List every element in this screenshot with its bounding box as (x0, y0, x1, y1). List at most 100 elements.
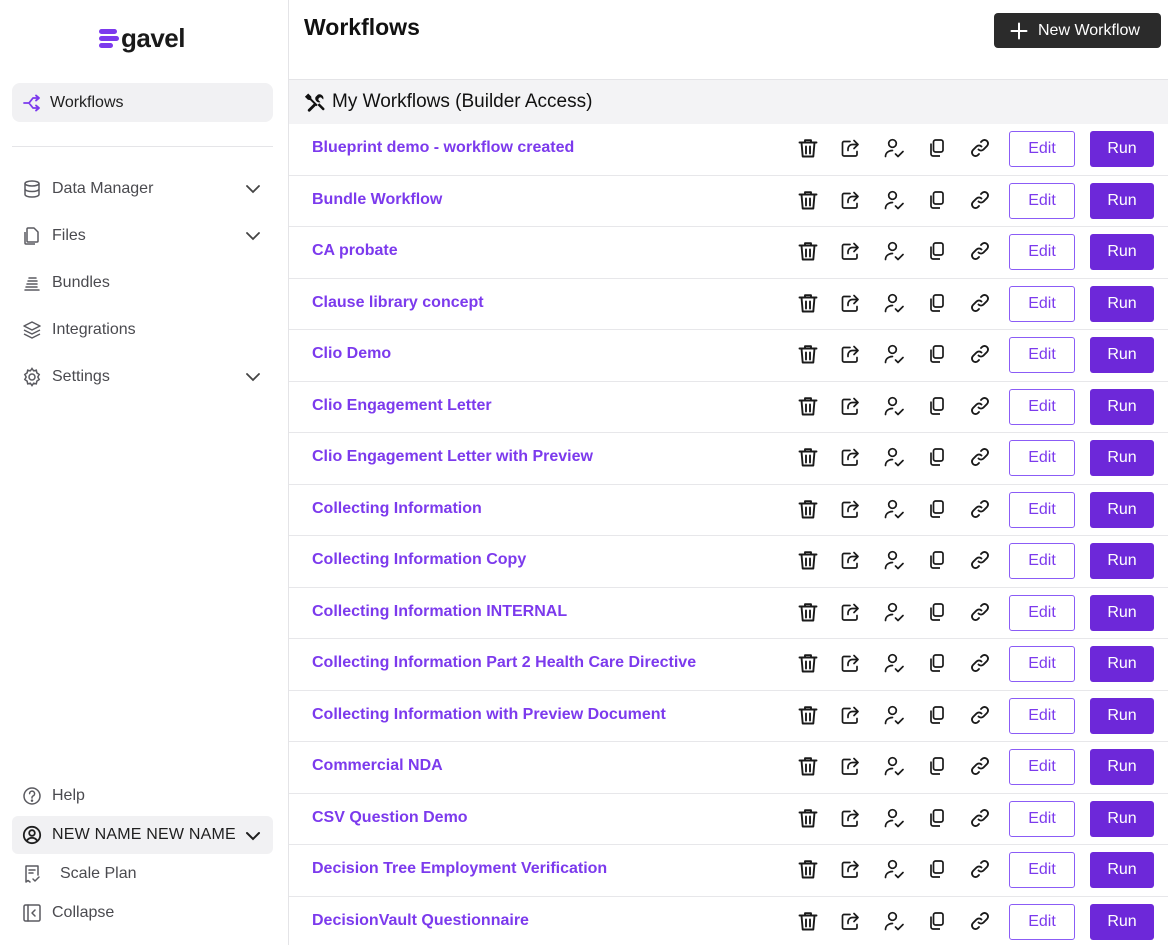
run-button[interactable]: Run (1090, 131, 1154, 167)
link-icon[interactable] (969, 858, 991, 880)
copy-icon[interactable] (926, 498, 948, 520)
trash-icon[interactable] (797, 755, 819, 777)
assign-user-icon[interactable] (883, 240, 905, 262)
trash-icon[interactable] (797, 343, 819, 365)
edit-button[interactable]: Edit (1009, 182, 1075, 219)
share-icon[interactable] (839, 498, 861, 520)
run-button[interactable]: Run (1090, 182, 1154, 219)
run-button[interactable]: Run (1090, 852, 1154, 888)
edit-button[interactable]: Edit (1009, 337, 1075, 373)
workflow-name-link[interactable]: Clio Demo (312, 345, 391, 363)
assign-user-icon[interactable] (883, 807, 905, 829)
copy-icon[interactable] (926, 446, 948, 468)
workflow-name-link[interactable]: Collecting Information Copy (312, 551, 526, 569)
trash-icon[interactable] (797, 807, 819, 829)
sidebar-item-workflows[interactable]: Workflows (12, 83, 273, 122)
share-icon[interactable] (839, 704, 861, 726)
copy-icon[interactable] (926, 292, 948, 314)
workflow-name-link[interactable]: Collecting Information INTERNAL (312, 603, 567, 621)
run-button[interactable]: Run (1090, 800, 1154, 837)
link-icon[interactable] (969, 240, 991, 262)
copy-icon[interactable] (926, 240, 948, 262)
share-icon[interactable] (839, 395, 861, 417)
share-icon[interactable] (839, 652, 861, 674)
edit-button[interactable]: Edit (1009, 903, 1075, 940)
assign-user-icon[interactable] (883, 395, 905, 417)
trash-icon[interactable] (797, 498, 819, 520)
trash-icon[interactable] (797, 189, 819, 211)
new-workflow-button[interactable]: New Workflow (994, 13, 1161, 48)
workflow-name-link[interactable]: Clio Engagement Letter with Preview (312, 448, 593, 466)
link-icon[interactable] (969, 189, 991, 211)
link-icon[interactable] (969, 446, 991, 468)
logo[interactable]: gavel (99, 22, 186, 54)
edit-button[interactable]: Edit (1009, 800, 1075, 837)
run-button[interactable]: Run (1090, 543, 1154, 579)
trash-icon[interactable] (797, 601, 819, 623)
edit-button[interactable]: Edit (1009, 440, 1075, 476)
workflow-name-link[interactable]: Bundle Workflow (312, 191, 442, 209)
copy-icon[interactable] (926, 601, 948, 623)
sidebar-item-settings[interactable]: Settings (12, 359, 273, 395)
run-button[interactable]: Run (1090, 697, 1154, 734)
workflow-name-link[interactable]: Clio Engagement Letter (312, 397, 492, 415)
link-icon[interactable] (969, 755, 991, 777)
assign-user-icon[interactable] (883, 343, 905, 365)
trash-icon[interactable] (797, 549, 819, 571)
assign-user-icon[interactable] (883, 498, 905, 520)
share-icon[interactable] (839, 601, 861, 623)
trash-icon[interactable] (797, 858, 819, 880)
workflow-name-link[interactable]: Collecting Information Part 2 Health Car… (312, 654, 696, 672)
trash-icon[interactable] (797, 137, 819, 159)
edit-button[interactable]: Edit (1009, 491, 1075, 528)
link-icon[interactable] (969, 601, 991, 623)
copy-icon[interactable] (926, 910, 948, 932)
edit-button[interactable]: Edit (1009, 131, 1075, 167)
share-icon[interactable] (839, 446, 861, 468)
sidebar-item-files[interactable]: Files (12, 218, 273, 254)
trash-icon[interactable] (797, 446, 819, 468)
workflow-name-link[interactable]: Clause library concept (312, 294, 484, 312)
share-icon[interactable] (839, 240, 861, 262)
link-icon[interactable] (969, 137, 991, 159)
share-icon[interactable] (839, 343, 861, 365)
link-icon[interactable] (969, 343, 991, 365)
trash-icon[interactable] (797, 292, 819, 314)
run-button[interactable]: Run (1090, 388, 1154, 425)
user-menu[interactable]: NEW NAME NEW NAME (12, 816, 273, 854)
sidebar-item-integrations[interactable]: Integrations (12, 312, 273, 348)
copy-icon[interactable] (926, 755, 948, 777)
chevron-down-icon[interactable] (245, 828, 261, 844)
assign-user-icon[interactable] (883, 910, 905, 932)
copy-icon[interactable] (926, 343, 948, 365)
share-icon[interactable] (839, 755, 861, 777)
assign-user-icon[interactable] (883, 755, 905, 777)
workflow-name-link[interactable]: Collecting Information with Preview Docu… (312, 706, 666, 724)
edit-button[interactable]: Edit (1009, 852, 1075, 888)
assign-user-icon[interactable] (883, 137, 905, 159)
run-button[interactable]: Run (1090, 903, 1154, 940)
chevron-down-icon[interactable] (245, 228, 261, 244)
copy-icon[interactable] (926, 395, 948, 417)
assign-user-icon[interactable] (883, 858, 905, 880)
copy-icon[interactable] (926, 137, 948, 159)
collapse-button[interactable]: Collapse (12, 895, 273, 931)
workflow-name-link[interactable]: Collecting Information (312, 500, 482, 518)
link-icon[interactable] (969, 910, 991, 932)
run-button[interactable]: Run (1090, 440, 1154, 476)
share-icon[interactable] (839, 137, 861, 159)
trash-icon[interactable] (797, 240, 819, 262)
assign-user-icon[interactable] (883, 652, 905, 674)
edit-button[interactable]: Edit (1009, 646, 1075, 682)
run-button[interactable]: Run (1090, 491, 1154, 528)
assign-user-icon[interactable] (883, 549, 905, 571)
assign-user-icon[interactable] (883, 292, 905, 314)
link-icon[interactable] (969, 704, 991, 726)
workflow-name-link[interactable]: Decision Tree Employment Verification (312, 860, 607, 878)
link-icon[interactable] (969, 395, 991, 417)
run-button[interactable]: Run (1090, 285, 1154, 322)
assign-user-icon[interactable] (883, 601, 905, 623)
link-icon[interactable] (969, 292, 991, 314)
assign-user-icon[interactable] (883, 189, 905, 211)
chevron-down-icon[interactable] (245, 181, 261, 197)
